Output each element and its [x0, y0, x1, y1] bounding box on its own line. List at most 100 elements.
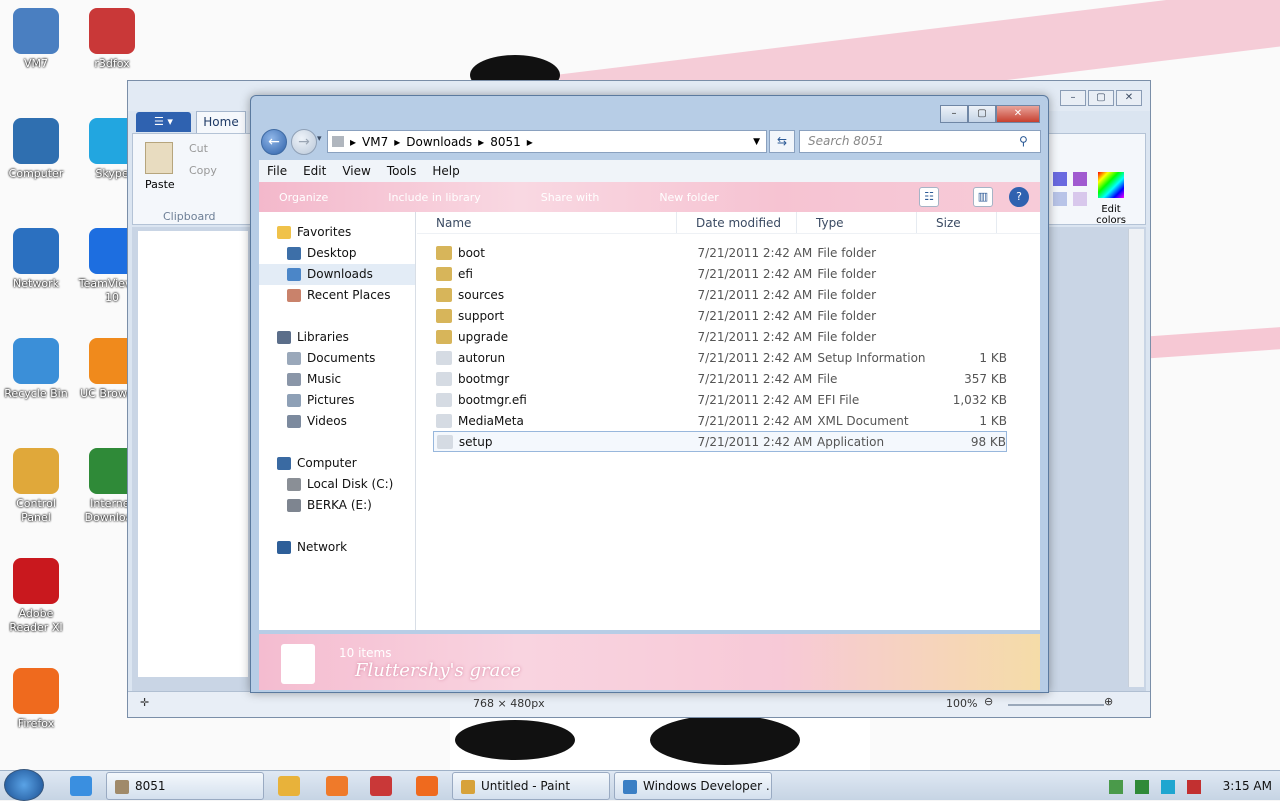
network-tray-icon[interactable]: [1109, 779, 1124, 794]
file-row[interactable]: sources 7/21/2011 2:42 AM File folder: [433, 284, 1007, 305]
nav-local-disk[interactable]: Local Disk (C:): [259, 474, 415, 495]
file-row[interactable]: setup 7/21/2011 2:42 AM Application 98 KB: [433, 431, 1007, 452]
file-row[interactable]: support 7/21/2011 2:42 AM File folder: [433, 305, 1007, 326]
column-date-modified[interactable]: Date modified: [677, 212, 797, 233]
color-swatch[interactable]: [1073, 192, 1087, 206]
file-row[interactable]: efi 7/21/2011 2:42 AM File folder: [433, 263, 1007, 284]
explorer-close-button[interactable]: ✕: [996, 105, 1040, 123]
start-button[interactable]: [4, 769, 44, 801]
zoom-in-icon[interactable]: ⊕: [1104, 695, 1113, 708]
recent-pages-dropdown[interactable]: ▾: [317, 134, 322, 144]
include-in-library-button[interactable]: Include in library: [388, 191, 480, 204]
search-input[interactable]: Search 8051: [799, 130, 1041, 153]
tab-home[interactable]: Home: [196, 111, 246, 133]
paint-maximize-button[interactable]: ▢: [1088, 90, 1114, 106]
desktop-icon[interactable]: Control Panel: [0, 448, 72, 525]
file-row[interactable]: upgrade 7/21/2011 2:42 AM File folder: [433, 326, 1007, 347]
organize-button[interactable]: Organize: [279, 191, 328, 204]
edit-colors-icon[interactable]: [1098, 172, 1124, 198]
share-with-button[interactable]: Share with: [541, 191, 600, 204]
desktop-icon[interactable]: r3dfox: [76, 8, 148, 71]
volume-tray-icon[interactable]: [1186, 779, 1201, 794]
desktop-icon[interactable]: Firefox: [0, 668, 72, 731]
column-type[interactable]: Type: [797, 212, 917, 233]
taskbar-task[interactable]: Windows Developer ...: [614, 772, 772, 800]
menu-edit[interactable]: Edit: [303, 164, 326, 178]
download-tray-icon[interactable]: [1135, 779, 1150, 794]
breadcrumb-item[interactable]: VM7: [362, 135, 388, 149]
nav-network[interactable]: Network: [259, 537, 415, 558]
desktop-icon[interactable]: Computer: [0, 118, 72, 181]
monitor-tray-icon[interactable]: [1161, 779, 1176, 794]
breadcrumb-item[interactable]: Downloads: [406, 135, 472, 149]
help-icon[interactable]: ?: [1009, 187, 1029, 207]
paste-icon[interactable]: [145, 142, 173, 174]
chevron-right-icon[interactable]: ▸: [527, 135, 533, 149]
back-button[interactable]: ←: [261, 129, 287, 155]
desktop-icon[interactable]: Adobe Reader XI: [0, 558, 72, 635]
file-row[interactable]: bootmgr.efi 7/21/2011 2:42 AM EFI File 1,03…: [433, 389, 1007, 410]
chevron-right-icon[interactable]: ▸: [350, 135, 356, 149]
file-row[interactable]: autorun 7/21/2011 2:42 AM Setup Informatio…: [433, 347, 1007, 368]
zoom-slider[interactable]: [1008, 704, 1104, 706]
chevron-right-icon[interactable]: ▸: [478, 135, 484, 149]
nav-computer[interactable]: Computer: [259, 453, 415, 474]
nav-recent-places[interactable]: Recent Places: [259, 285, 415, 306]
taskbar-task[interactable]: Untitled - Paint: [452, 772, 610, 800]
menu-file[interactable]: File: [267, 164, 287, 178]
taskbar-task[interactable]: 8051: [106, 772, 264, 800]
column-name[interactable]: Name: [417, 212, 677, 233]
nav-documents[interactable]: Documents: [259, 348, 415, 369]
color-swatch[interactable]: [1053, 192, 1067, 206]
paint-vertical-scrollbar[interactable]: [1128, 229, 1144, 687]
zoom-out-icon[interactable]: ⊖: [984, 695, 993, 708]
copy-button[interactable]: Copy: [189, 164, 217, 177]
breadcrumb[interactable]: ▸ VM7 ▸ Downloads ▸ 8051 ▸ ▼: [327, 130, 767, 153]
explorer-window[interactable]: – ▢ ✕ ← → ▾ ▸ VM7 ▸ Downloads ▸ 8051 ▸ ▼…: [250, 95, 1049, 693]
file-row[interactable]: boot 7/21/2011 2:42 AM File folder: [433, 242, 1007, 263]
nav-pictures[interactable]: Pictures: [259, 390, 415, 411]
nav-downloads[interactable]: Downloads: [259, 264, 415, 285]
search-icon[interactable]: ⚲: [1019, 134, 1028, 148]
chevron-right-icon[interactable]: ▸: [394, 135, 400, 149]
r3dfox-icon[interactable]: [370, 776, 392, 796]
edit-colors-button[interactable]: Edit colors: [1091, 204, 1131, 226]
paint-menu-button[interactable]: ☰ ▾: [136, 112, 191, 132]
nav-music[interactable]: Music: [259, 369, 415, 390]
color-swatch[interactable]: [1053, 172, 1067, 186]
breadcrumb-item[interactable]: 8051: [490, 135, 521, 149]
desktop-icon[interactable]: Network: [0, 228, 72, 291]
nav-desktop[interactable]: Desktop: [259, 243, 415, 264]
explorer-minimize-button[interactable]: –: [940, 105, 968, 123]
column-size[interactable]: Size: [917, 212, 997, 233]
refresh-button[interactable]: ⇆: [769, 130, 795, 153]
media-player-icon[interactable]: [278, 776, 300, 796]
desktop-icon[interactable]: Recycle Bin: [0, 338, 72, 401]
nav-libraries[interactable]: Libraries: [259, 327, 415, 348]
nav-videos[interactable]: Videos: [259, 411, 415, 432]
menu-tools[interactable]: Tools: [387, 164, 417, 178]
clock[interactable]: 3:15 AM: [1223, 779, 1272, 793]
file-row[interactable]: bootmgr 7/21/2011 2:42 AM File 357 KB: [433, 368, 1007, 389]
view-options-icon[interactable]: ☷: [919, 187, 939, 207]
internet-explorer-icon[interactable]: [70, 776, 92, 796]
paint-close-button[interactable]: ✕: [1116, 90, 1142, 106]
preview-pane-icon[interactable]: ▥: [973, 187, 993, 207]
color-swatch[interactable]: [1073, 172, 1087, 186]
address-dropdown-icon[interactable]: ▼: [753, 137, 760, 147]
nav-favorites[interactable]: Favorites: [259, 222, 415, 243]
file-row[interactable]: MediaMeta 7/21/2011 2:42 AM XML Document 1 …: [433, 410, 1007, 431]
paint-canvas[interactable]: [138, 231, 248, 677]
new-folder-button[interactable]: New folder: [659, 191, 718, 204]
forward-button[interactable]: →: [291, 129, 317, 155]
uc-browser-icon[interactable]: [326, 776, 348, 796]
menu-help[interactable]: Help: [432, 164, 459, 178]
desktop-icon[interactable]: VM7: [0, 8, 72, 71]
paint-minimize-button[interactable]: –: [1060, 90, 1086, 106]
nav-berka-drive[interactable]: BERKA (E:): [259, 495, 415, 516]
explorer-maximize-button[interactable]: ▢: [968, 105, 996, 123]
cut-button[interactable]: Cut: [189, 142, 208, 155]
paste-button[interactable]: Paste: [145, 178, 175, 191]
menu-view[interactable]: View: [342, 164, 370, 178]
firefox-icon[interactable]: [416, 776, 438, 796]
